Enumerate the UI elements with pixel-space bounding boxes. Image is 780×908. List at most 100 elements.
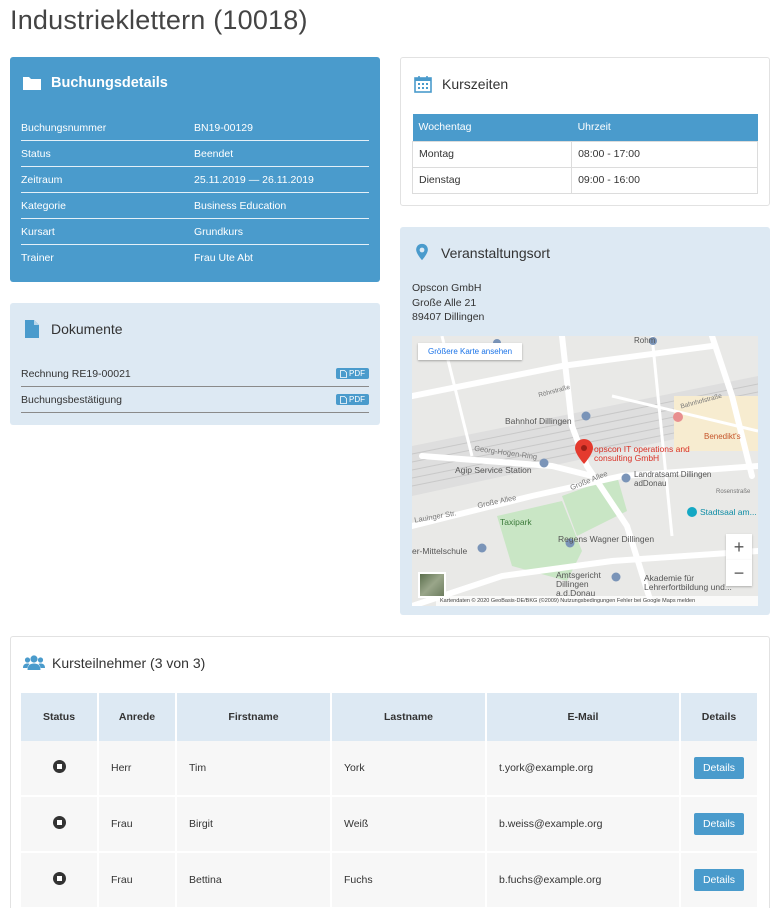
column-header: Details xyxy=(681,693,759,741)
status-stop-icon xyxy=(52,760,66,773)
course-times-title: Kurszeiten xyxy=(442,76,509,92)
row-value: 25.11.2019 — 26.11.2019 xyxy=(194,173,314,186)
document-name[interactable]: Buchungsbestätigung xyxy=(21,394,122,406)
course-times-panel: Kurszeiten Wochentag Uhrzeit Montag 08:0… xyxy=(400,57,770,206)
row-value: BN19-00129 xyxy=(194,121,253,134)
map-label: Rosenstraße xyxy=(716,489,751,495)
row-label: Kursart xyxy=(21,225,55,238)
status-cell xyxy=(21,741,99,797)
firstname-cell: Tim xyxy=(177,741,332,797)
lastname-cell: Fuchs xyxy=(332,853,487,908)
booking-row-number: Buchungsnummer BN19-00129 xyxy=(21,115,369,141)
lastname-cell: Weiß xyxy=(332,797,487,853)
venue-title: Veranstaltungsort xyxy=(441,245,550,261)
table-row: Frau Birgit Weiß b.weiss@example.org Det… xyxy=(21,797,759,853)
details-cell: Details xyxy=(681,797,759,853)
time-cell: 09:00 - 16:00 xyxy=(571,166,758,194)
table-row: Dienstag 09:00 - 16:00 xyxy=(411,166,758,194)
row-label: Status xyxy=(21,147,51,160)
map-label: Bahnhof Dillingen xyxy=(505,416,572,426)
row-value: Business Education xyxy=(194,199,287,212)
booking-details-list: Buchungsnummer BN19-00129 Status Beendet… xyxy=(21,115,369,271)
row-value: Beendet xyxy=(194,147,234,160)
row-value: Frau Ute Abt xyxy=(194,252,253,264)
document-item[interactable]: Buchungsbestätigung PDF xyxy=(21,387,369,413)
status-stop-icon xyxy=(52,816,66,829)
details-button[interactable]: Details xyxy=(693,869,745,891)
status-cell xyxy=(21,797,99,853)
file-icon xyxy=(340,369,347,378)
lastname-cell: York xyxy=(332,741,487,797)
details-cell: Details xyxy=(681,853,759,908)
column-header: Wochentag xyxy=(412,114,572,141)
address-line: Opscon GmbH xyxy=(412,282,482,294)
column-header: Firstname xyxy=(177,693,332,741)
table-row: Herr Tim York t.york@example.org Details xyxy=(21,741,759,797)
map-attribution[interactable]: Kartendaten © 2020 GeoBasis-DE/BKG (©200… xyxy=(436,596,758,606)
email-cell: b.fuchs@example.org xyxy=(487,853,681,908)
participants-panel: Kursteilnehmer (3 von 3) Status Anrede F… xyxy=(10,636,770,908)
details-button[interactable]: Details xyxy=(693,813,745,835)
firstname-cell: Bettina xyxy=(177,853,332,908)
file-icon xyxy=(340,395,347,404)
booking-row-trainer: Trainer Frau Ute Abt xyxy=(21,245,369,271)
firstname-cell: Birgit xyxy=(177,797,332,853)
map-label: Agip Service Station xyxy=(455,465,532,475)
booking-row-course-type: Kursart Grundkurs xyxy=(21,219,369,245)
status-stop-icon xyxy=(52,872,66,885)
document-item[interactable]: Rechnung RE19-00021 PDF xyxy=(21,361,369,387)
booking-row-status: Status Beendet xyxy=(21,141,369,167)
map-label: er-Mittelschule xyxy=(412,546,468,556)
satellite-toggle[interactable] xyxy=(418,572,446,598)
map-label: Regens Wagner Dillingen xyxy=(558,534,655,544)
venue-header: Veranstaltungsort xyxy=(400,227,770,279)
participants-table: Status Anrede Firstname Lastname E-Mail … xyxy=(21,693,759,908)
pdf-badge-label: PDF xyxy=(349,395,365,404)
documents-header: Dokumente xyxy=(10,303,380,355)
map-label: Taxipark xyxy=(500,517,532,527)
status-cell xyxy=(21,853,99,908)
column-header: Lastname xyxy=(332,693,487,741)
map-label: opscon IT operations and consulting GmbH xyxy=(594,444,690,463)
email-cell: b.weiss@example.org xyxy=(487,797,681,853)
pdf-download-button[interactable]: PDF xyxy=(336,368,369,379)
details-button[interactable]: Details xyxy=(693,757,745,779)
map-pin-icon xyxy=(412,243,432,263)
map-label: Benedikt's xyxy=(704,432,741,441)
row-label: Kategorie xyxy=(21,199,66,212)
documents-list: Rechnung RE19-00021 PDF Buchungsbestätig… xyxy=(21,361,369,413)
weekday-cell: Dienstag xyxy=(411,166,573,194)
larger-map-link[interactable]: Größere Karte ansehen xyxy=(418,343,523,360)
row-label: Trainer xyxy=(21,252,54,264)
salutation-cell: Frau xyxy=(99,797,177,853)
zoom-out-button[interactable]: − xyxy=(726,560,752,586)
column-header: Status xyxy=(21,693,99,741)
row-label: Buchungsnummer xyxy=(21,121,107,134)
document-name[interactable]: Rechnung RE19-00021 xyxy=(21,368,131,380)
users-icon xyxy=(23,653,45,673)
map-label: Landratsamt Dillingen adDonau xyxy=(634,470,712,488)
salutation-cell: Frau xyxy=(99,853,177,908)
booking-details-title: Buchungsdetails xyxy=(51,75,168,91)
address-line: 89407 Dillingen xyxy=(412,311,485,323)
document-icon xyxy=(22,319,42,339)
row-label: Zeitraum xyxy=(21,173,63,186)
venue-map[interactable]: opscon IT operations and consulting GmbH… xyxy=(412,336,758,606)
venue-address: Opscon GmbH Große Alle 21 89407 Dillinge… xyxy=(412,281,758,325)
weekday-cell: Montag xyxy=(411,140,573,168)
column-header: E-Mail xyxy=(487,693,681,741)
pdf-download-button[interactable]: PDF xyxy=(336,394,369,405)
salutation-cell: Herr xyxy=(99,741,177,797)
folder-icon xyxy=(22,73,42,93)
column-header: Uhrzeit xyxy=(571,114,758,141)
course-times-header: Kurszeiten xyxy=(401,58,769,110)
column-header: Anrede xyxy=(99,693,177,741)
documents-panel: Dokumente Rechnung RE19-00021 PDF Buchun… xyxy=(10,303,380,425)
calendar-icon xyxy=(413,74,433,94)
table-row: Montag 08:00 - 17:00 xyxy=(411,140,758,168)
course-times-table: Wochentag Uhrzeit Montag 08:00 - 17:00 D… xyxy=(411,114,758,194)
booking-row-period: Zeitraum 25.11.2019 — 26.11.2019 xyxy=(21,167,369,193)
documents-title: Dokumente xyxy=(51,321,123,337)
zoom-in-button[interactable]: + xyxy=(726,534,752,560)
address-line: Große Alle 21 xyxy=(412,296,477,309)
